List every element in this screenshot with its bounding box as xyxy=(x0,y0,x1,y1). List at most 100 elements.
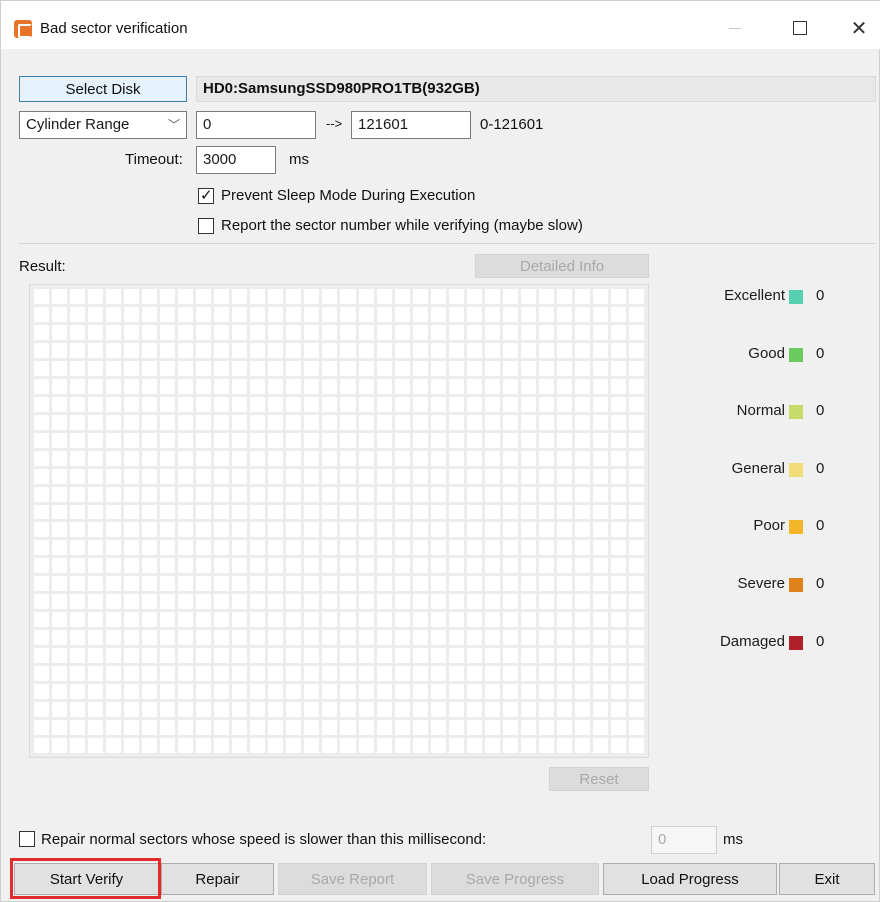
sector-cell xyxy=(340,486,356,502)
legend-name: Normal xyxy=(736,402,785,419)
sector-cell xyxy=(592,522,608,538)
sector-cell xyxy=(124,378,140,394)
sector-cell xyxy=(592,306,608,322)
sector-cell xyxy=(88,594,104,610)
sector-cell xyxy=(520,576,536,592)
range-end-input[interactable]: 121601 xyxy=(351,111,471,139)
range-mode-dropdown[interactable]: Cylinder Range ﹀ xyxy=(19,111,187,139)
sector-cell xyxy=(340,360,356,376)
close-button[interactable]: ✕ xyxy=(839,11,879,45)
sector-cell xyxy=(466,720,482,736)
sector-cell xyxy=(322,684,338,700)
repair-slow-sectors-checkbox[interactable] xyxy=(19,831,35,847)
sector-cell xyxy=(268,522,284,538)
sector-cell xyxy=(196,289,212,304)
prevent-sleep-checkbox[interactable] xyxy=(198,186,214,204)
repair-threshold-input[interactable]: 0 xyxy=(651,826,717,854)
load-progress-button[interactable]: Load Progress xyxy=(603,863,777,895)
sector-cell xyxy=(106,666,122,682)
sector-cell xyxy=(322,576,338,592)
sector-cell xyxy=(160,720,176,736)
sector-cell xyxy=(484,342,500,358)
minimize-button[interactable] xyxy=(715,11,755,45)
sector-cell xyxy=(52,594,68,610)
sector-cell xyxy=(142,558,158,574)
repair-button[interactable]: Repair xyxy=(161,863,274,895)
sector-cell xyxy=(232,684,248,700)
sector-cell xyxy=(232,342,248,358)
sector-cell xyxy=(430,666,446,682)
sector-cell xyxy=(268,612,284,628)
sector-cell xyxy=(70,702,86,718)
sector-cell xyxy=(556,324,572,340)
sector-cell xyxy=(394,648,410,664)
sector-cell xyxy=(412,468,428,484)
sector-cell xyxy=(160,486,176,502)
sector-cell xyxy=(430,378,446,394)
sector-cell xyxy=(268,540,284,556)
sector-cell xyxy=(628,540,644,556)
sector-cell xyxy=(214,612,230,628)
select-disk-button[interactable]: Select Disk xyxy=(19,76,187,102)
sector-cell xyxy=(538,576,554,592)
report-sector-checkbox[interactable] xyxy=(198,218,214,234)
sector-cell xyxy=(322,450,338,466)
sector-cell xyxy=(484,738,500,753)
sector-cell xyxy=(196,324,212,340)
timeout-input[interactable]: 3000 xyxy=(196,146,276,174)
sector-cell xyxy=(304,432,320,448)
sector-cell xyxy=(520,612,536,628)
sector-cell xyxy=(88,486,104,502)
sector-cell xyxy=(142,306,158,322)
sector-cell xyxy=(628,612,644,628)
sector-cell xyxy=(628,360,644,376)
sector-cell xyxy=(358,468,374,484)
sector-cell xyxy=(340,720,356,736)
sector-cell xyxy=(52,630,68,646)
sector-cell xyxy=(520,360,536,376)
sector-cell xyxy=(484,612,500,628)
sector-cell xyxy=(574,612,590,628)
sector-cell xyxy=(34,684,50,700)
reset-button[interactable]: Reset xyxy=(549,767,649,791)
sector-cell xyxy=(196,648,212,664)
repair-threshold-unit: ms xyxy=(723,831,743,848)
save-report-button[interactable]: Save Report xyxy=(278,863,427,895)
detailed-info-button[interactable]: Detailed Info xyxy=(475,254,649,278)
sector-cell xyxy=(142,432,158,448)
sector-cell xyxy=(412,504,428,520)
sector-cell xyxy=(412,612,428,628)
sector-cell xyxy=(214,738,230,753)
sector-cell xyxy=(412,540,428,556)
legend-name: Severe xyxy=(737,575,785,592)
sector-cell xyxy=(70,612,86,628)
sector-cell xyxy=(448,738,464,753)
sector-cell xyxy=(34,612,50,628)
sector-cell xyxy=(124,486,140,502)
sector-cell xyxy=(394,738,410,753)
sector-cell xyxy=(286,289,302,304)
sector-cell xyxy=(124,450,140,466)
save-progress-button[interactable]: Save Progress xyxy=(431,863,599,895)
sector-cell xyxy=(52,684,68,700)
sector-cell xyxy=(286,522,302,538)
sector-cell xyxy=(70,594,86,610)
range-start-input[interactable]: 0 xyxy=(196,111,316,139)
sector-cell xyxy=(538,378,554,394)
sector-cell xyxy=(268,486,284,502)
sector-cell xyxy=(286,684,302,700)
sector-cell xyxy=(520,432,536,448)
sector-cell xyxy=(574,684,590,700)
sector-cell xyxy=(88,522,104,538)
sector-cell xyxy=(448,468,464,484)
sector-cell xyxy=(502,522,518,538)
maximize-button[interactable] xyxy=(780,11,820,45)
sector-cell xyxy=(574,289,590,304)
sector-cell xyxy=(466,432,482,448)
exit-button[interactable]: Exit xyxy=(779,863,875,895)
sector-cell xyxy=(214,558,230,574)
sector-cell xyxy=(142,630,158,646)
sector-cell xyxy=(106,558,122,574)
sector-cell xyxy=(538,612,554,628)
sector-cell xyxy=(358,342,374,358)
